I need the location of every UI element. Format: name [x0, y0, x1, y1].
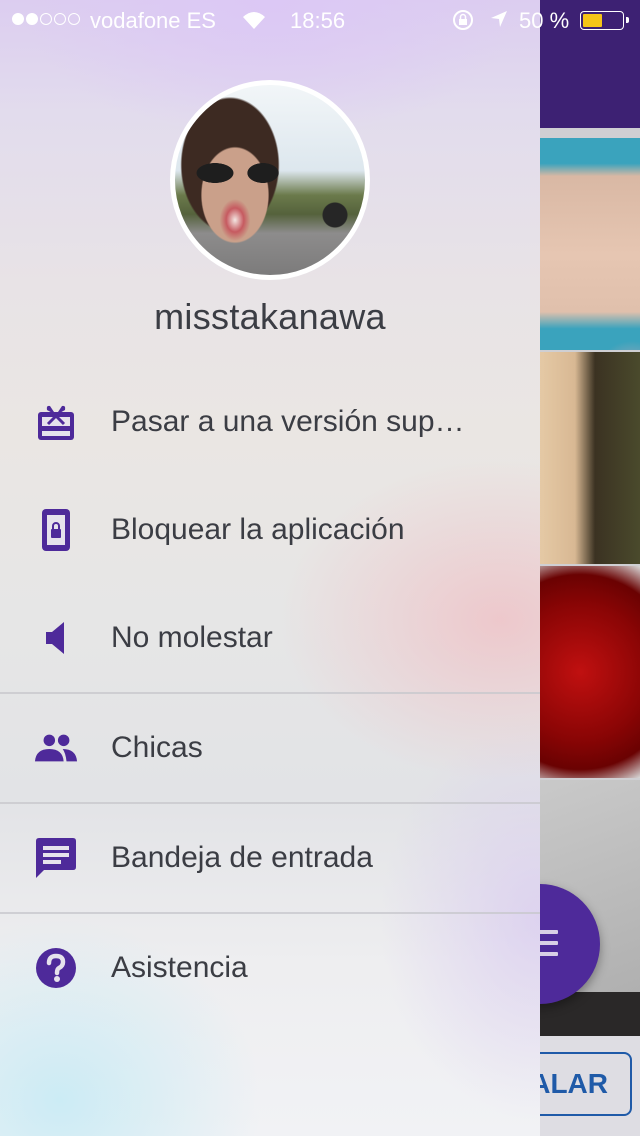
menu-item-label: Pasar a una versión sup…	[111, 405, 465, 438]
location-arrow-icon	[490, 10, 508, 28]
username: misstakanawa	[154, 296, 386, 337]
menu-item-girls[interactable]: Chicas	[0, 694, 540, 802]
menu-item-do-not-disturb[interactable]: No molestar	[0, 584, 540, 692]
gift-card-icon	[34, 400, 78, 444]
menu-item-label: Bandeja de entrada	[111, 841, 373, 874]
menu-item-app-lock[interactable]: Bloquear la aplicación	[0, 476, 540, 584]
status-bar: vodafone ES 18:56 50 %	[0, 0, 640, 40]
wifi-icon	[242, 10, 266, 30]
phone-lock-icon	[34, 508, 78, 552]
photo-card[interactable]	[540, 566, 640, 778]
menu-item-label: Chicas	[111, 731, 203, 764]
menu-item-label: Bloquear la aplicación	[111, 513, 405, 546]
battery-icon	[580, 11, 629, 30]
rotation-lock-icon	[452, 9, 474, 31]
signal-strength-icon	[12, 13, 80, 25]
carrier-name: vodafone ES	[90, 8, 216, 33]
people-icon	[34, 726, 78, 770]
battery-level	[583, 14, 602, 27]
chat-message-icon	[34, 836, 78, 880]
menu-item-upgrade[interactable]: Pasar a una versión sup…	[0, 368, 540, 476]
battery-percentage: 50 %	[519, 8, 570, 33]
drawer-menu: Pasar a una versión sup… Bloquear la apl…	[0, 368, 540, 1022]
photo-card[interactable]	[540, 138, 640, 350]
photo-card[interactable]	[540, 352, 640, 564]
clock: 18:56	[290, 8, 346, 33]
help-circle-icon	[34, 946, 78, 990]
menu-item-support[interactable]: Asistencia	[0, 914, 540, 1022]
avatar[interactable]	[170, 80, 370, 280]
menu-item-label: Asistencia	[111, 951, 248, 984]
navigation-drawer: misstakanawa Pasar a una versión sup… Bl…	[0, 0, 540, 1136]
speaker-mute-icon	[34, 616, 78, 660]
menu-item-label: No molestar	[111, 621, 273, 654]
menu-item-inbox[interactable]: Bandeja de entrada	[0, 804, 540, 912]
